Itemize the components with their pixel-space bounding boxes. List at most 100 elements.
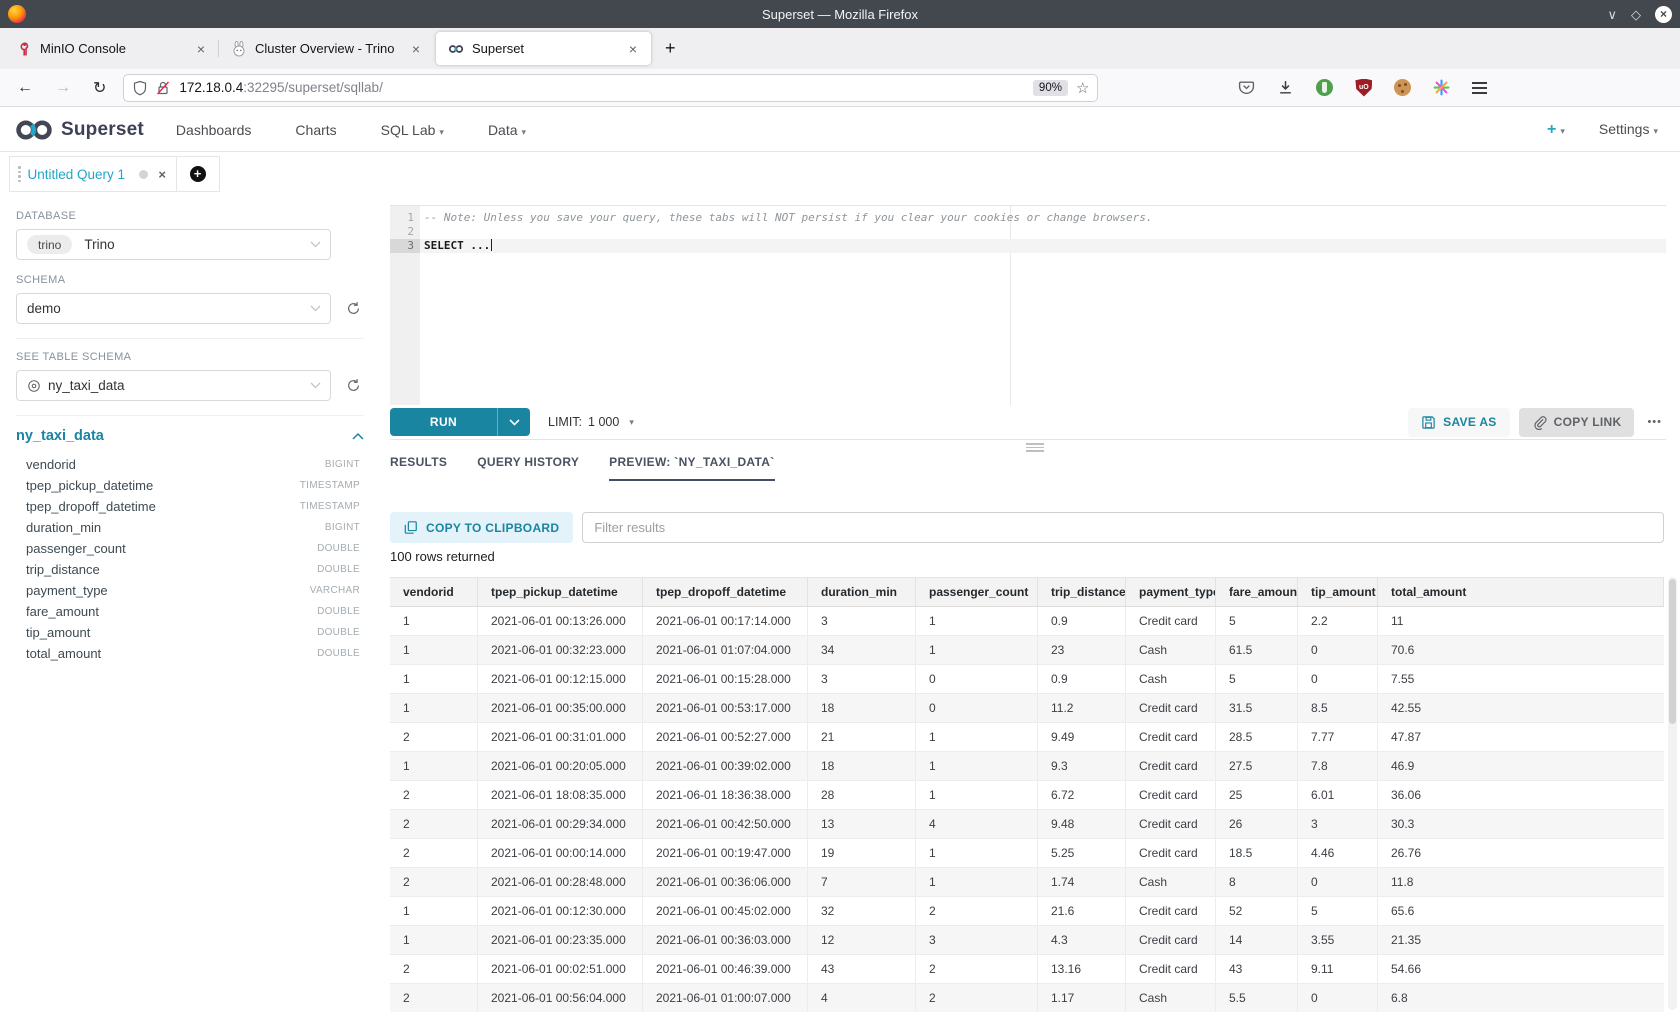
containers-icon[interactable] [1433,79,1450,96]
column-header[interactable]: passenger_count [916,578,1038,606]
run-button[interactable]: RUN [390,408,497,436]
copy-link-button[interactable]: COPY LINK [1519,408,1635,437]
insecure-lock-icon[interactable] [155,80,171,96]
table-cell: 1 [916,607,1038,635]
query-tab-close-icon[interactable]: × [158,167,166,182]
table-cell: 26.76 [1378,839,1664,867]
reload-button[interactable]: ↻ [82,78,117,98]
table-cell: 11.2 [1038,694,1126,722]
bookmark-star-icon[interactable]: ☆ [1076,79,1089,97]
filter-results-input[interactable] [582,512,1664,543]
limit-control[interactable]: LIMIT: 1 000 ▾ [548,415,634,429]
tab-preview-ny-taxi-data[interactable]: PREVIEW: `NY_TAXI_DATA` [609,455,774,481]
run-options-button[interactable] [497,408,530,436]
sql-editor[interactable]: 1 -- Note: Unless you save your query, t… [390,205,1666,405]
window-minimize-icon[interactable]: ∨ [1607,8,1617,21]
column-header[interactable]: duration_min [808,578,916,606]
column-type: DOUBLE [317,564,360,575]
nav-item-sqllab[interactable]: SQL Lab▾ [381,122,444,138]
table-select[interactable]: ny_taxi_data [16,370,331,401]
column-header[interactable]: vendorid [390,578,478,606]
nav-item-charts[interactable]: Charts [295,122,336,138]
downloads-icon[interactable] [1277,79,1294,96]
table-cell: 2021-06-01 18:08:35.000 [478,781,643,809]
table-cell: 52 [1216,897,1298,925]
table-cell: 2 [390,810,478,838]
database-engine-badge: trino [27,235,72,254]
cookie-extension-icon[interactable] [1394,79,1411,96]
superset-brand[interactable]: Superset [14,119,144,141]
drag-handle-icon[interactable] [18,166,21,182]
table-cell: 0 [1298,984,1378,1012]
forward-button[interactable]: → [44,79,82,97]
settings-menu[interactable]: Settings▾ [1599,121,1658,139]
copy-to-clipboard-button[interactable]: COPY TO CLIPBOARD [390,512,573,543]
schema-select[interactable]: demo [16,293,331,324]
table-cell: 1 [916,636,1038,664]
chevron-down-icon [310,382,321,389]
nav-item-data[interactable]: Data▾ [488,122,526,138]
browser-tab-trino[interactable]: Cluster Overview - Trino × [219,32,434,65]
limit-label: LIMIT: [548,415,582,429]
table-row: 12021-06-01 00:12:15.0002021-06-01 00:15… [390,665,1664,694]
more-actions-button[interactable]: ••• [1643,416,1666,428]
tab-query-history[interactable]: QUERY HISTORY [477,455,579,481]
column-header[interactable]: tpep_pickup_datetime [478,578,643,606]
column-header[interactable]: trip_distance [1038,578,1126,606]
table-cell: 4.3 [1038,926,1126,954]
new-item-button[interactable]: +▾ [1547,121,1565,139]
table-cell: 8 [1216,868,1298,896]
table-cell: 5 [1216,607,1298,635]
nav-item-dashboards[interactable]: Dashboards [176,122,252,138]
tab-close-icon[interactable]: × [625,41,641,57]
results-toolbar: COPY TO CLIPBOARD [390,512,1664,543]
table-cell: 54.66 [1378,955,1664,983]
ublock-origin-icon[interactable]: uO [1355,79,1372,97]
scrollbar-thumb[interactable] [1669,579,1676,724]
table-cell: 70.6 [1378,636,1664,664]
column-header[interactable]: payment_type [1126,578,1216,606]
column-header[interactable]: tip_amount [1298,578,1378,606]
column-header[interactable]: fare_amount [1216,578,1298,606]
browser-tab-minio[interactable]: MinIO Console × [4,32,219,65]
results-scrollbar[interactable] [1668,577,1677,1010]
table-cell: Cash [1126,984,1216,1012]
page-zoom-badge[interactable]: 90% [1033,80,1068,96]
url-bar[interactable]: 172.18.0.4:32295/superset/sqllab/ 90% ☆ [123,74,1098,102]
refresh-tables-button[interactable] [342,375,364,397]
column-header[interactable]: tpep_dropoff_datetime [643,578,808,606]
table-row: 22021-06-01 18:08:35.0002021-06-01 18:36… [390,781,1664,810]
table-cell: 2 [916,897,1038,925]
browser-tab-superset[interactable]: Superset × [436,32,651,65]
query-tab[interactable]: Untitled Query 1 × [9,156,177,192]
column-header[interactable]: total_amount [1378,578,1664,606]
add-query-tab-button[interactable]: + [176,156,220,192]
table-cell: 2021-06-01 00:31:01.000 [478,723,643,751]
menu-icon[interactable] [1472,79,1487,97]
tab-results[interactable]: RESULTS [390,455,447,481]
table-schema-header[interactable]: ny_taxi_data [16,428,364,444]
superset-logo-icon [14,119,54,141]
new-tab-button[interactable]: + [653,38,688,59]
table-cell: 2021-06-01 00:45:02.000 [643,897,808,925]
divider [16,338,364,339]
pane-splitter-handle[interactable] [1026,441,1044,454]
back-button[interactable]: ← [6,79,44,97]
window-maximize-icon[interactable]: ◇ [1631,8,1641,21]
table-cell: 0 [916,665,1038,693]
privacy-badger-icon[interactable] [1316,79,1333,96]
chevron-up-icon[interactable] [352,432,364,440]
pocket-icon[interactable] [1238,79,1255,96]
schema-select-value: demo [27,301,61,316]
shield-icon[interactable] [132,80,148,96]
tab-close-icon[interactable]: × [408,41,424,57]
column-name: tpep_pickup_datetime [26,478,300,493]
application-window: Superset — Mozilla Firefox ∨ ◇ × MinIO C… [0,0,1680,1012]
chevron-down-icon: ▾ [439,127,444,137]
window-close-icon[interactable]: × [1655,6,1672,23]
database-select[interactable]: trino Trino [16,229,331,260]
save-as-button[interactable]: SAVE AS [1408,408,1509,437]
refresh-schemas-button[interactable] [342,298,364,320]
copy-icon [404,520,418,535]
tab-close-icon[interactable]: × [193,41,209,57]
